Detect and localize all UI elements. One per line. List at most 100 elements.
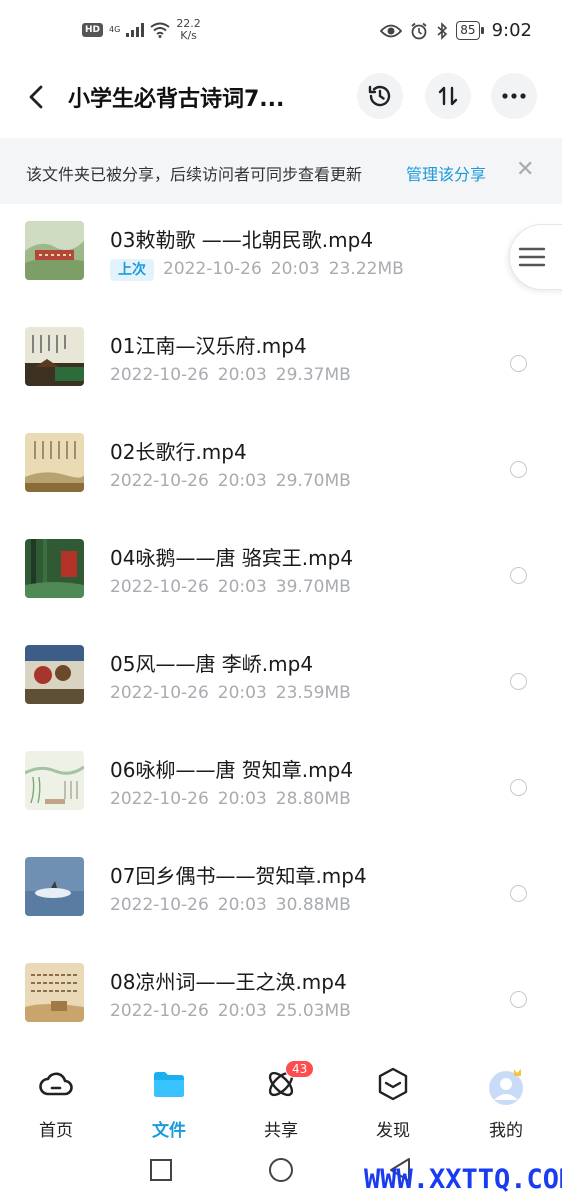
file-meta: 2022-10-26 20:03 30.88MB	[110, 895, 351, 915]
file-time: 20:03	[217, 365, 267, 385]
file-size: 28.80MB	[275, 789, 351, 809]
back-button[interactable]	[22, 82, 52, 112]
file-meta: 2022-10-26 20:03 25.03MB	[110, 1001, 351, 1021]
more-button[interactable]	[491, 73, 537, 119]
select-radio[interactable]	[510, 673, 527, 690]
file-name: 01江南—汉乐府.mp4	[110, 334, 307, 358]
nav-share[interactable]: 43 共享	[241, 1060, 321, 1141]
wifi-icon	[150, 22, 170, 38]
file-date: 2022-10-26	[110, 577, 209, 597]
file-date: 2022-10-26	[110, 789, 209, 809]
file-date: 2022-10-26	[110, 365, 209, 385]
nav-files[interactable]: 文件	[129, 1066, 209, 1141]
sort-button[interactable]	[425, 73, 471, 119]
video-thumbnail	[25, 857, 84, 916]
eye-icon	[380, 24, 403, 37]
bluetooth-icon	[437, 21, 448, 40]
video-thumbnail	[25, 645, 84, 704]
file-meta: 2022-10-26 20:03 29.70MB	[110, 471, 351, 491]
file-name: 08凉州词——王之涣.mp4	[110, 970, 347, 994]
battery-icon: 85	[456, 21, 484, 40]
watermark: WWW.XXTTQ.COM	[364, 1164, 562, 1195]
last-viewed-badge: 上次	[110, 259, 154, 281]
file-date: 2022-10-26	[110, 683, 209, 703]
select-radio[interactable]	[510, 991, 527, 1008]
status-bar: HD 4G 22.2 K/s 85 9:02	[0, 0, 562, 64]
bottom-nav: 首页 文件 43 共享 发现 我的	[0, 1052, 562, 1148]
home-circle-icon[interactable]	[268, 1157, 294, 1183]
file-row[interactable]: 05风——唐 李峤.mp4 2022-10-26 20:03 23.59MB	[0, 628, 562, 734]
file-time: 20:03	[270, 259, 320, 279]
alarm-icon	[411, 22, 427, 39]
app-header: 小学生必背古诗词7...	[0, 64, 562, 138]
history-icon	[368, 85, 391, 107]
nav-label: 我的	[489, 1121, 523, 1141]
menu-icon	[518, 247, 546, 267]
file-name: 05风——唐 李峤.mp4	[110, 652, 314, 676]
page-title: 小学生必背古诗词7...	[68, 87, 285, 112]
network-type: 4G	[109, 25, 121, 34]
file-name: 02长歌行.mp4	[110, 440, 247, 464]
share-banner-text: 该文件夹已被分享，后续访问者可同步查看更新	[26, 165, 363, 184]
nav-label: 首页	[39, 1121, 73, 1141]
file-row[interactable]: 01江南—汉乐府.mp4 2022-10-26 20:03 29.37MB	[0, 310, 562, 416]
avatar-icon	[489, 1069, 523, 1105]
file-date: 2022-10-26	[163, 259, 262, 279]
nav-label: 共享	[264, 1121, 298, 1141]
file-name: 03敕勒歌 ——北朝民歌.mp4	[110, 228, 374, 252]
file-date: 2022-10-26	[110, 895, 209, 915]
cloud-home-icon	[39, 1072, 73, 1096]
file-size: 29.70MB	[275, 471, 351, 491]
nav-home[interactable]: 首页	[16, 1066, 96, 1141]
history-button[interactable]	[357, 73, 403, 119]
hd-indicator: HD	[82, 23, 104, 37]
file-size: 23.22MB	[328, 259, 404, 279]
video-thumbnail	[25, 539, 84, 598]
file-time: 20:03	[217, 789, 267, 809]
signal-icon	[126, 23, 145, 37]
status-left: HD 4G 22.2 K/s	[82, 18, 201, 42]
folder-icon	[154, 1072, 184, 1097]
file-meta: 2022-10-26 20:03 39.70MB	[110, 577, 351, 597]
file-time: 20:03	[217, 577, 267, 597]
file-time: 20:03	[217, 683, 267, 703]
file-meta: 2022-10-26 20:03 28.80MB	[110, 789, 351, 809]
video-thumbnail	[25, 963, 84, 1022]
nav-label: 发现	[376, 1121, 410, 1141]
select-radio[interactable]	[510, 885, 527, 902]
nav-label: 文件	[152, 1121, 186, 1141]
select-radio[interactable]	[510, 355, 527, 372]
file-row[interactable]: 08凉州词——王之涣.mp4 2022-10-26 20:03 25.03MB	[0, 946, 562, 1052]
nav-discover[interactable]: 发现	[353, 1066, 433, 1141]
file-meta: 上次 2022-10-26 20:03 23.22MB	[110, 259, 404, 281]
file-time: 20:03	[217, 1001, 267, 1021]
file-name: 07回乡偶书——贺知章.mp4	[110, 864, 367, 888]
nav-mine[interactable]: 我的	[466, 1066, 546, 1141]
back-arrow-icon	[29, 85, 43, 109]
close-icon[interactable]: ✕	[516, 157, 534, 182]
manage-share-link[interactable]: 管理该分享	[406, 161, 486, 185]
sort-icon	[438, 86, 458, 106]
status-right: 85 9:02	[380, 20, 532, 41]
select-radio[interactable]	[510, 779, 527, 796]
file-time: 20:03	[217, 895, 267, 915]
file-time: 20:03	[217, 471, 267, 491]
share-banner: 该文件夹已被分享，后续访问者可同步查看更新 管理该分享 ✕	[0, 138, 562, 204]
discover-box-icon	[378, 1067, 408, 1101]
file-row[interactable]: 02长歌行.mp4 2022-10-26 20:03 29.70MB	[0, 416, 562, 522]
select-radio[interactable]	[510, 461, 527, 478]
file-date: 2022-10-26	[110, 471, 209, 491]
file-size: 30.88MB	[275, 895, 351, 915]
file-name: 04咏鹅——唐 骆宾王.mp4	[110, 546, 354, 570]
recent-apps-icon[interactable]	[149, 1158, 173, 1182]
more-icon	[502, 93, 526, 99]
file-size: 29.37MB	[275, 365, 351, 385]
file-row[interactable]: 07回乡偶书——贺知章.mp4 2022-10-26 20:03 30.88MB	[0, 840, 562, 946]
file-size: 23.59MB	[275, 683, 351, 703]
select-radio[interactable]	[510, 567, 527, 584]
file-date: 2022-10-26	[110, 1001, 209, 1021]
file-row[interactable]: 06咏柳——唐 贺知章.mp4 2022-10-26 20:03 28.80MB	[0, 734, 562, 840]
file-row[interactable]: 03敕勒歌 ——北朝民歌.mp4 上次 2022-10-26 20:03 23.…	[0, 204, 562, 310]
file-row[interactable]: 04咏鹅——唐 骆宾王.mp4 2022-10-26 20:03 39.70MB	[0, 522, 562, 628]
file-meta: 2022-10-26 20:03 29.37MB	[110, 365, 351, 385]
